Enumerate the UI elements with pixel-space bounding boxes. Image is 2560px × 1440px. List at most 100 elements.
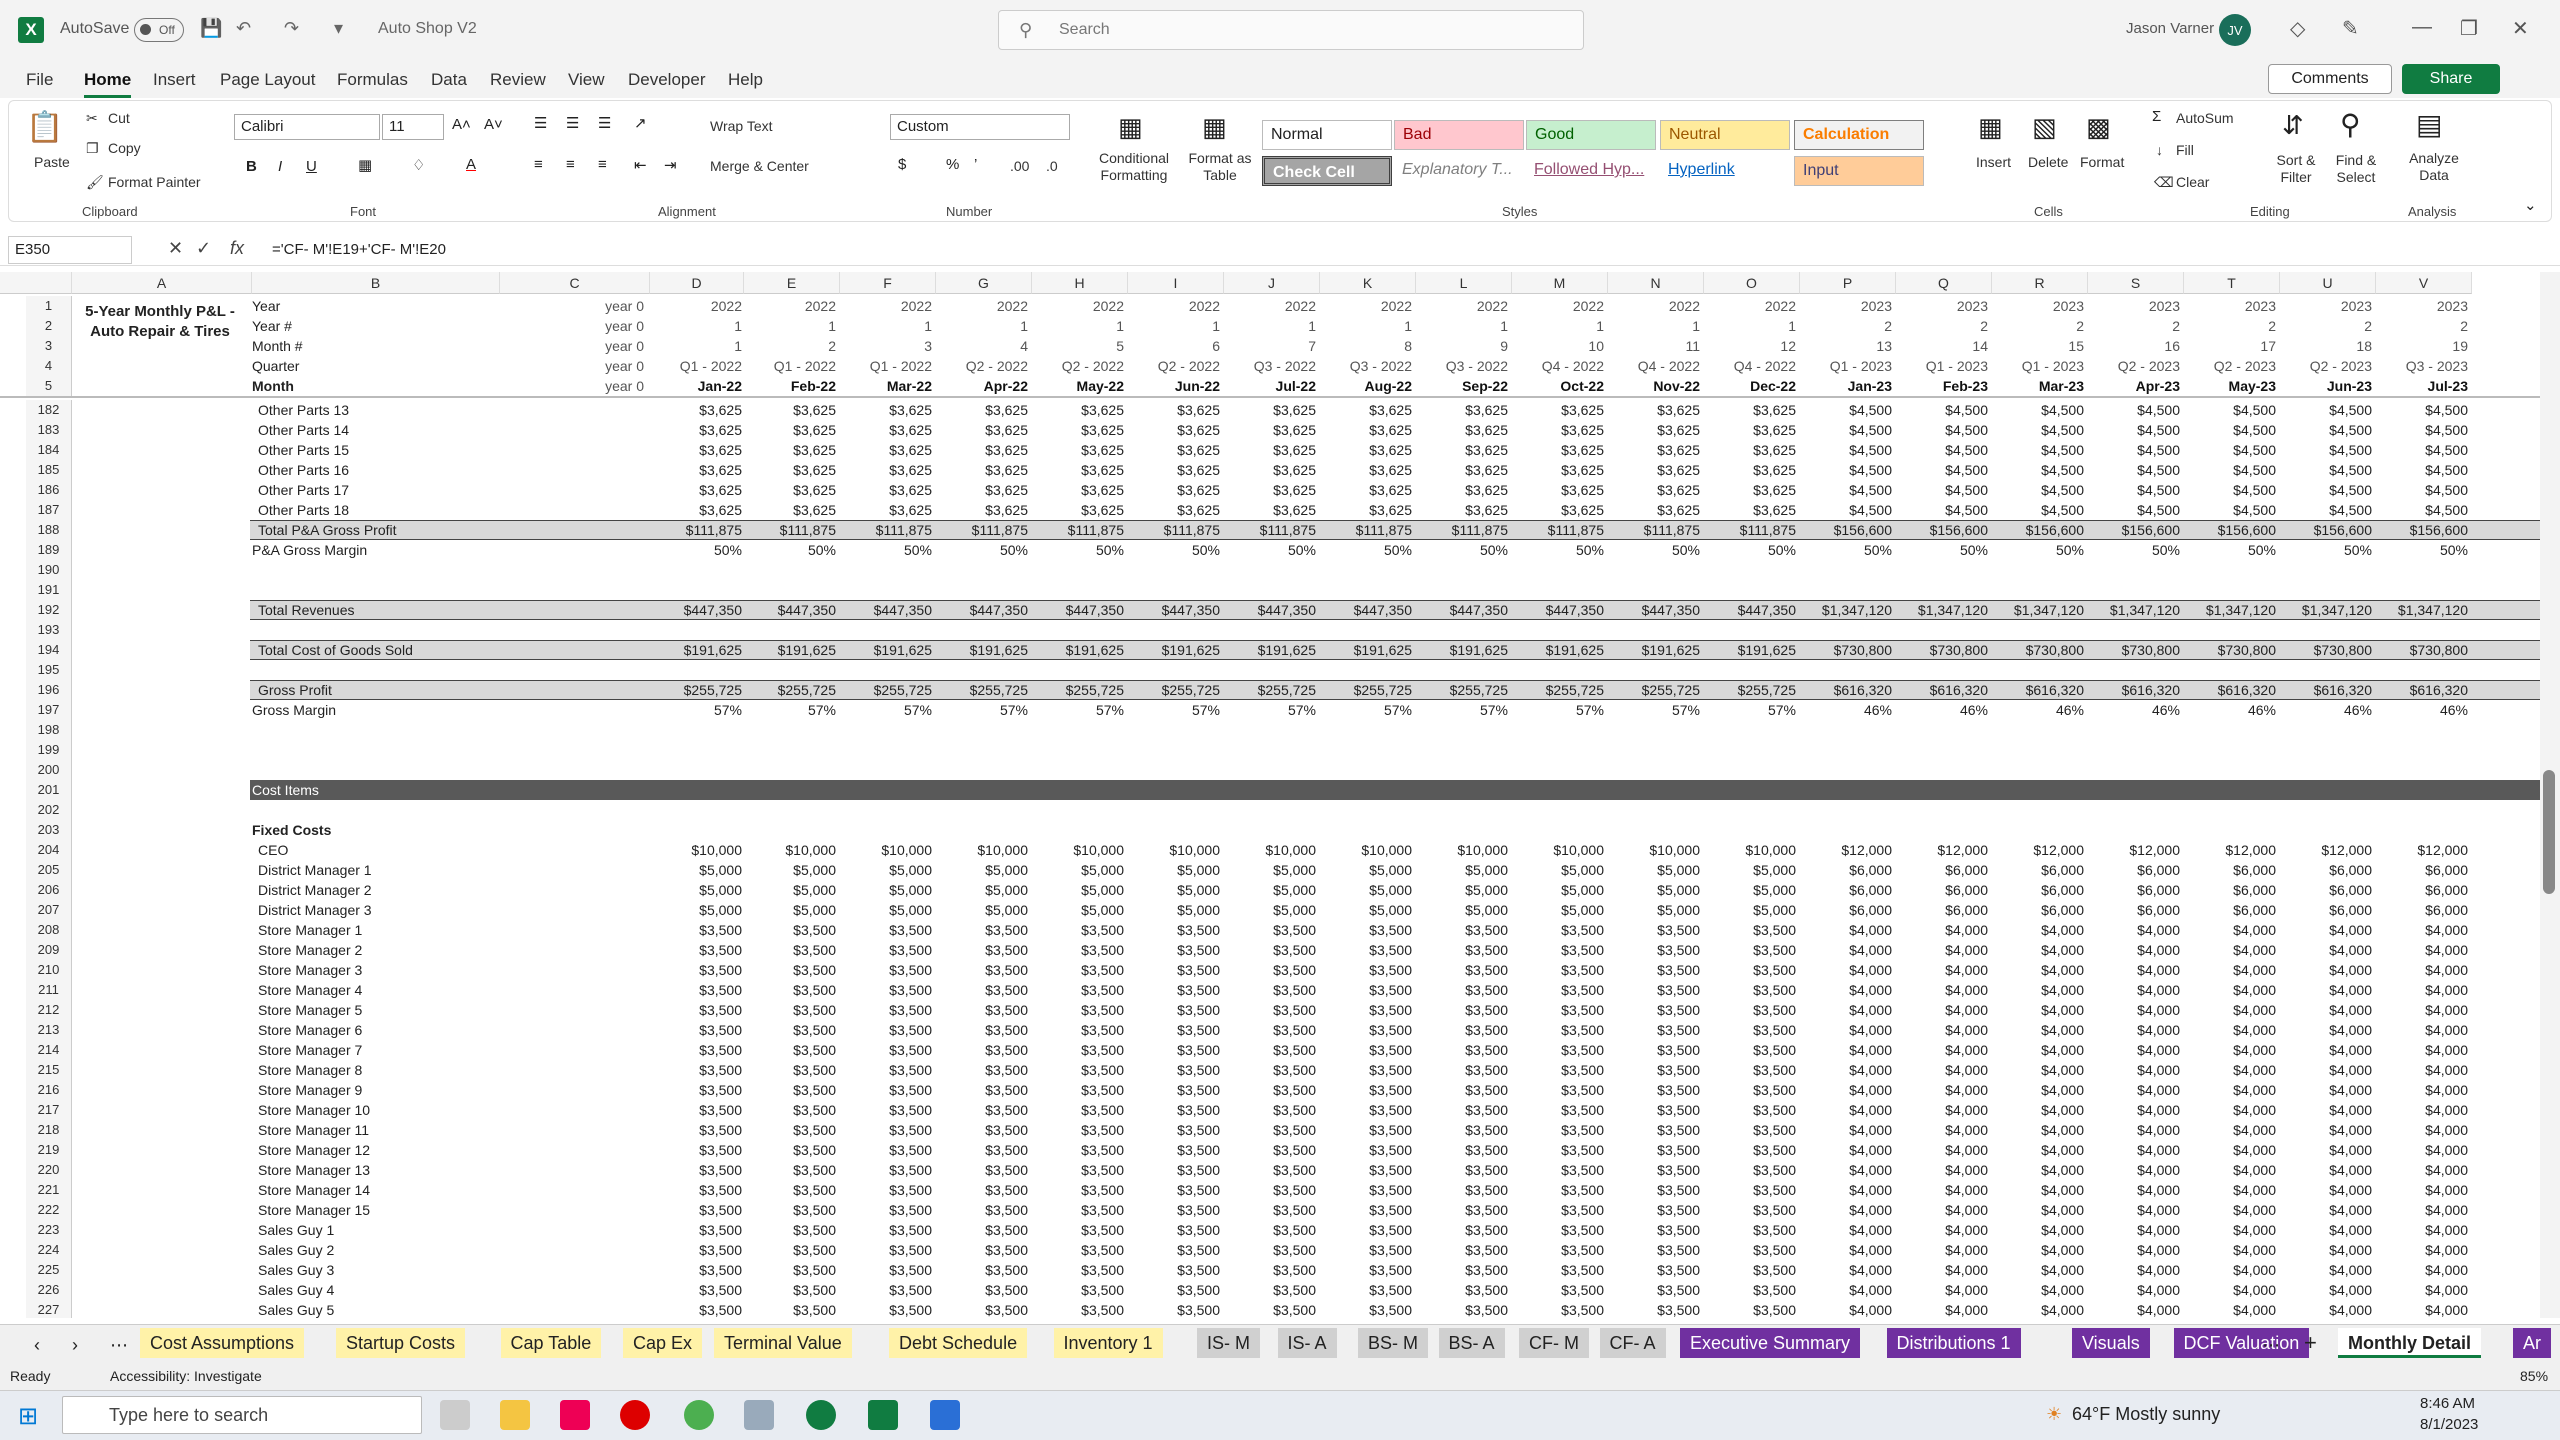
cell[interactable]: $3,500 <box>1704 1300 1798 1318</box>
column-header-v[interactable]: V <box>2376 272 2472 294</box>
cell[interactable]: $4,000 <box>2184 1160 2278 1180</box>
cell[interactable]: $4,000 <box>2376 1160 2470 1180</box>
cell[interactable]: $4,000 <box>2184 920 2278 940</box>
row-label[interactable]: Other Parts 14 <box>252 420 349 440</box>
cell[interactable]: Q4 - 2022 <box>1608 356 1702 376</box>
cell[interactable]: $5,000 <box>1128 900 1222 920</box>
cell[interactable]: $4,500 <box>2376 500 2470 520</box>
cell[interactable]: $4,000 <box>1896 1040 1990 1060</box>
cell[interactable]: $4,500 <box>2280 500 2374 520</box>
cell[interactable]: $4,000 <box>2088 1020 2182 1040</box>
cell[interactable]: $10,000 <box>840 840 934 860</box>
cell[interactable]: $5,000 <box>1704 880 1798 900</box>
cell[interactable]: $5,000 <box>650 900 744 920</box>
increase-font-icon[interactable]: A˄ <box>452 116 471 133</box>
cell[interactable]: $4,000 <box>2280 940 2374 960</box>
format-as-table-button[interactable]: Format as Table <box>1182 150 1258 184</box>
cell[interactable]: $6,000 <box>2280 900 2374 920</box>
cell[interactable]: 11 <box>1608 336 1702 356</box>
row-number[interactable]: 194 <box>26 640 72 660</box>
row-label[interactable]: Store Manager 8 <box>252 1060 362 1080</box>
cell[interactable]: $3,500 <box>650 1260 744 1280</box>
cell[interactable]: $4,500 <box>1896 420 1990 440</box>
sheet-tab[interactable]: Ar <box>2513 1328 2551 1358</box>
row-label[interactable]: Other Parts 16 <box>252 460 349 480</box>
cell[interactable]: $730,800 <box>1896 640 1990 660</box>
cell[interactable]: Q2 - 2022 <box>1128 356 1222 376</box>
cell[interactable]: 6 <box>1128 336 1222 356</box>
column-header-m[interactable]: M <box>1512 272 1608 294</box>
cell[interactable]: $3,500 <box>840 980 934 1000</box>
cell[interactable]: Q2 - 2022 <box>1032 356 1126 376</box>
cell[interactable]: $4,500 <box>1896 400 1990 420</box>
cell[interactable]: 8 <box>1320 336 1414 356</box>
cell[interactable]: $3,625 <box>1128 460 1222 480</box>
cell[interactable]: $4,000 <box>1800 980 1894 1000</box>
cell[interactable]: $3,500 <box>936 1020 1030 1040</box>
cell[interactable]: $3,500 <box>1608 980 1702 1000</box>
row-label[interactable]: Month # <box>252 336 303 356</box>
cell[interactable]: $3,500 <box>650 980 744 1000</box>
cell[interactable]: $730,800 <box>2088 640 2182 660</box>
cell[interactable]: $4,500 <box>2088 500 2182 520</box>
cell[interactable]: $4,000 <box>1992 1160 2086 1180</box>
cell[interactable]: 2023 <box>2280 296 2374 316</box>
cell[interactable]: $3,500 <box>840 1120 934 1140</box>
sheet-tab[interactable]: Inventory 1 <box>1053 1328 1163 1358</box>
cell[interactable]: $4,000 <box>1800 1280 1894 1300</box>
cell[interactable]: $4,000 <box>1800 1160 1894 1180</box>
cell[interactable]: $4,000 <box>1992 1040 2086 1060</box>
row-label[interactable]: Sales Guy 5 <box>252 1300 334 1318</box>
cell[interactable]: $3,500 <box>1512 1080 1606 1100</box>
cell[interactable]: $3,500 <box>936 1140 1030 1160</box>
cell[interactable]: $3,500 <box>1224 980 1318 1000</box>
sort-filter-button[interactable]: Sort & Filter <box>2266 152 2326 186</box>
cell[interactable]: $4,000 <box>2376 940 2470 960</box>
scrollbar-thumb[interactable] <box>2543 770 2555 894</box>
cell[interactable]: $12,000 <box>2088 840 2182 860</box>
cell[interactable]: $4,000 <box>2280 1280 2374 1300</box>
cell[interactable]: 2023 <box>1800 296 1894 316</box>
cell[interactable]: $4,000 <box>2280 1240 2374 1260</box>
sheet-tab[interactable]: BS- A <box>1438 1328 1505 1358</box>
cell[interactable]: $255,725 <box>744 680 838 700</box>
add-sheet-icon[interactable]: + <box>2294 1328 2327 1358</box>
cell[interactable]: $3,500 <box>1032 1020 1126 1040</box>
year-zero-cell[interactable]: year 0 <box>476 336 644 356</box>
cell[interactable]: $3,500 <box>1512 1300 1606 1318</box>
cell[interactable]: 1 <box>840 316 934 336</box>
cell[interactable]: $3,500 <box>936 1080 1030 1100</box>
row-number[interactable]: 197 <box>26 700 72 720</box>
cell[interactable]: $4,500 <box>2184 500 2278 520</box>
cell[interactable]: $3,500 <box>1224 1280 1318 1300</box>
cell[interactable]: $6,000 <box>2376 880 2470 900</box>
cell[interactable]: $5,000 <box>1224 860 1318 880</box>
cell[interactable]: $12,000 <box>2184 840 2278 860</box>
cell[interactable]: $4,500 <box>1800 500 1894 520</box>
cell[interactable]: $3,625 <box>1416 400 1510 420</box>
cell[interactable]: $3,500 <box>744 920 838 940</box>
font-color-icon[interactable]: A <box>466 156 476 173</box>
style-calculation[interactable]: Calculation <box>1794 120 1924 150</box>
cell[interactable]: $3,500 <box>744 1060 838 1080</box>
excel-taskbar-icon[interactable] <box>868 1400 898 1430</box>
borders-icon[interactable]: ▦ <box>358 156 372 174</box>
cell[interactable]: $3,500 <box>1128 940 1222 960</box>
cell[interactable]: 46% <box>1800 700 1894 720</box>
row-number[interactable]: 183 <box>26 420 72 440</box>
select-all-corner[interactable] <box>0 272 72 294</box>
cell[interactable]: $4,000 <box>2376 1040 2470 1060</box>
cell[interactable]: $3,500 <box>1032 1240 1126 1260</box>
cell[interactable]: 50% <box>936 540 1030 560</box>
cell[interactable]: $5,000 <box>1608 880 1702 900</box>
cell[interactable]: $4,000 <box>2376 1220 2470 1240</box>
cell[interactable]: $3,500 <box>744 1200 838 1220</box>
cell[interactable]: $6,000 <box>1992 900 2086 920</box>
file-explorer-icon[interactable] <box>500 1400 530 1430</box>
align-bottom-icon[interactable]: ☰ <box>598 114 611 132</box>
cell[interactable]: $3,500 <box>650 1220 744 1240</box>
row-label[interactable]: Store Manager 14 <box>252 1180 370 1200</box>
row-number[interactable]: 221 <box>26 1180 72 1200</box>
cell[interactable]: $4,000 <box>2376 1240 2470 1260</box>
cell[interactable]: $3,625 <box>1224 460 1318 480</box>
